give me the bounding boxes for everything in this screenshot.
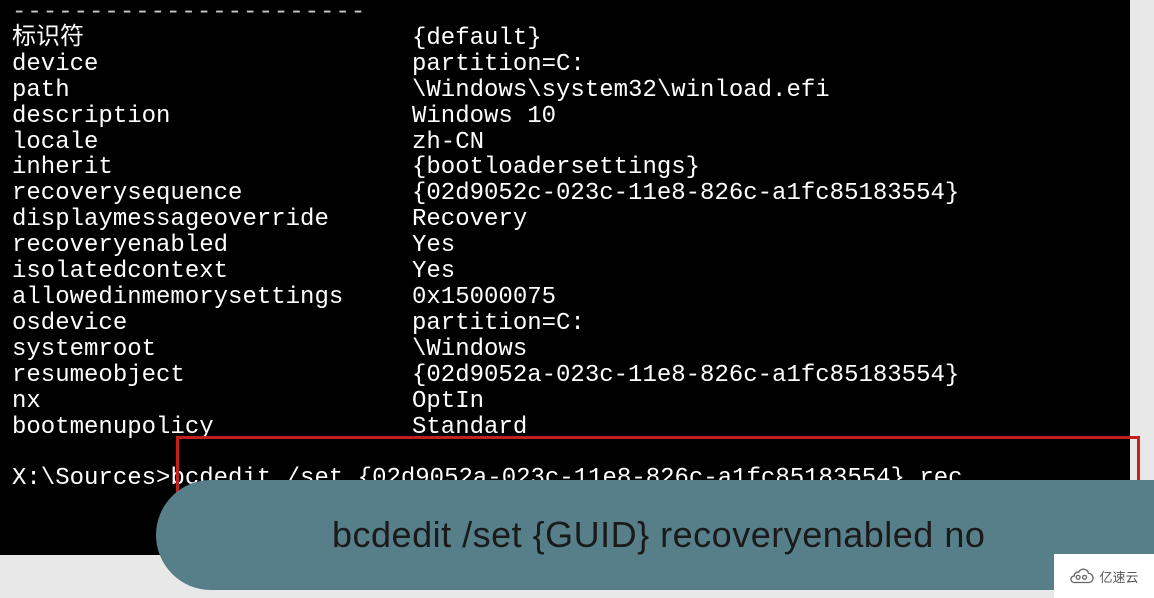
entry-key: systemroot bbox=[12, 337, 412, 363]
entry-value: {default} bbox=[412, 25, 542, 52]
entry-value: Yes bbox=[412, 232, 455, 259]
bcd-entry-row: osdevicepartition=C: bbox=[12, 311, 1130, 337]
prompt-text: X:\Sources> bbox=[12, 465, 170, 492]
bcd-entry-row: nxOptIn bbox=[12, 389, 1130, 415]
entry-key: recoverysequence bbox=[12, 181, 412, 207]
entry-key: displaymessageoverride bbox=[12, 207, 412, 233]
watermark-badge: 亿速云 bbox=[1054, 554, 1154, 598]
bcd-entry-row: displaymessageoverrideRecovery bbox=[12, 207, 1130, 233]
entry-value: zh-CN bbox=[412, 129, 484, 156]
cloud-icon bbox=[1069, 568, 1095, 584]
blank-line bbox=[12, 440, 1130, 466]
bcd-entry-row: descriptionWindows 10 bbox=[12, 104, 1130, 130]
entry-value: 0x15000075 bbox=[412, 284, 556, 311]
entry-key: description bbox=[12, 104, 412, 130]
entry-value: \Windows bbox=[412, 336, 527, 363]
entry-key: osdevice bbox=[12, 311, 412, 337]
entry-value: Recovery bbox=[412, 206, 527, 233]
bcd-entry-row: path\Windows\system32\winload.efi bbox=[12, 78, 1130, 104]
bcd-entry-row: systemroot\Windows bbox=[12, 337, 1130, 363]
entry-key: bootmenupolicy bbox=[12, 415, 412, 441]
entry-key: nx bbox=[12, 389, 412, 415]
entry-key: device bbox=[12, 52, 412, 78]
entry-value: Windows 10 bbox=[412, 103, 556, 130]
separator-line: ----------------------- bbox=[12, 0, 1130, 26]
entry-value: {02d9052c-023c-11e8-826c-a1fc85183554} bbox=[412, 180, 959, 207]
callout-text: bcdedit /set {GUID} recoveryenabled no bbox=[332, 514, 985, 556]
entry-key: allowedinmemorysettings bbox=[12, 285, 412, 311]
entry-value: partition=C: bbox=[412, 51, 585, 78]
entry-key: isolatedcontext bbox=[12, 259, 412, 285]
entry-value: \Windows\system32\winload.efi bbox=[412, 77, 830, 104]
bcd-entry-row: bootmenupolicyStandard bbox=[12, 415, 1130, 441]
bcd-entry-row: 标识符{default} bbox=[12, 26, 1130, 52]
bcd-entry-row: devicepartition=C: bbox=[12, 52, 1130, 78]
entry-key: recoveryenabled bbox=[12, 233, 412, 259]
entry-value: {bootloadersettings} bbox=[412, 154, 700, 181]
entry-value: OptIn bbox=[412, 388, 484, 415]
entry-key: resumeobject bbox=[12, 363, 412, 389]
bcd-entries: 标识符{default}devicepartition=C:path\Windo… bbox=[12, 26, 1130, 441]
terminal-window[interactable]: ----------------------- 标识符{default}devi… bbox=[0, 0, 1130, 555]
watermark-text: 亿速云 bbox=[1099, 567, 1138, 586]
bcd-entry-row: recoveryenabledYes bbox=[12, 233, 1130, 259]
bcd-entry-row: resumeobject{02d9052a-023c-11e8-826c-a1f… bbox=[12, 363, 1130, 389]
entry-key: locale bbox=[12, 130, 412, 156]
entry-key: 标识符 bbox=[12, 26, 412, 52]
entry-value: partition=C: bbox=[412, 310, 585, 337]
bcd-entry-row: localezh-CN bbox=[12, 130, 1130, 156]
entry-key: inherit bbox=[12, 155, 412, 181]
entry-key: path bbox=[12, 78, 412, 104]
bcd-entry-row: isolatedcontextYes bbox=[12, 259, 1130, 285]
entry-value: {02d9052a-023c-11e8-826c-a1fc85183554} bbox=[412, 362, 959, 389]
bcd-entry-row: recoverysequence{02d9052c-023c-11e8-826c… bbox=[12, 181, 1130, 207]
instruction-callout: bcdedit /set {GUID} recoveryenabled no bbox=[156, 480, 1154, 590]
entry-value: Standard bbox=[412, 414, 527, 441]
entry-value: Yes bbox=[412, 258, 455, 285]
bcd-entry-row: allowedinmemorysettings0x15000075 bbox=[12, 285, 1130, 311]
bcd-entry-row: inherit{bootloadersettings} bbox=[12, 155, 1130, 181]
